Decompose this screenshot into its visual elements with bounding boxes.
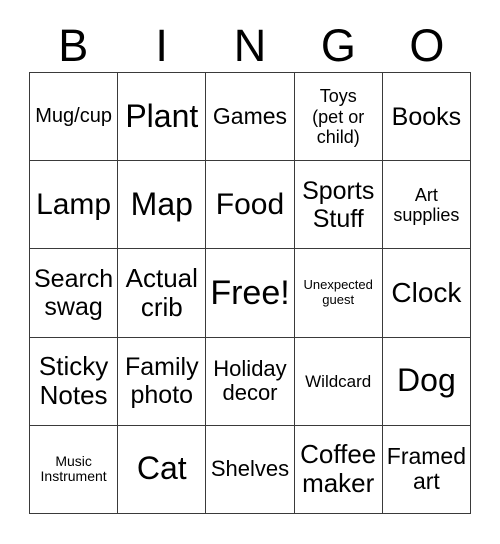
bingo-cell[interactable]: Holiday decor — [206, 337, 295, 426]
bingo-cell[interactable]: Map — [118, 161, 207, 250]
header-letter-n: N — [233, 19, 267, 71]
bingo-cell[interactable]: Coffee maker — [294, 425, 383, 514]
bingo-cell-label: Art supplies — [393, 184, 460, 225]
header-letter-i: I — [155, 19, 168, 71]
bingo-cell-label: Coffee maker — [300, 439, 377, 499]
bingo-cell[interactable]: Search swag — [30, 249, 119, 338]
bingo-cell-label: Dog — [397, 362, 456, 399]
header-letter-g: G — [320, 19, 356, 71]
bingo-cell-label: Shelves — [210, 456, 290, 482]
bingo-cell-label: Wildcard — [305, 371, 372, 391]
bingo-cell[interactable]: Art supplies — [382, 161, 471, 250]
header-letter-b: B — [58, 19, 89, 71]
bingo-cell[interactable]: Games — [206, 73, 295, 162]
bingo-header: B I N G O — [29, 18, 471, 72]
bingo-cell[interactable]: Wildcard — [294, 337, 383, 426]
bingo-cell[interactable]: Sticky Notes — [30, 337, 119, 426]
bingo-cell-label: Sports Stuff — [302, 176, 375, 233]
bingo-cell[interactable]: Books — [382, 73, 471, 162]
bingo-card: B I N G O Mug/cup Plant Games Toys (pet or … — [0, 0, 500, 544]
bingo-cell-label: Search swag — [33, 264, 114, 321]
bingo-cell[interactable]: Framed art — [382, 425, 471, 514]
bingo-cell-label: Plant — [125, 97, 199, 134]
bingo-cell-label: Unexpected guest — [303, 277, 373, 307]
bingo-cell-label: Mug/cup — [35, 105, 112, 128]
bingo-cell-label: Music Instrument — [40, 452, 107, 485]
header-letter-o: O — [409, 19, 445, 71]
bingo-cell-label: Map — [130, 185, 193, 222]
bingo-cell-label: Holiday decor — [213, 355, 287, 406]
bingo-grid: Mug/cup Plant Games Toys (pet or child) Book… — [29, 72, 471, 514]
bingo-cell-label: Framed art — [386, 442, 467, 495]
bingo-cell-label: Free! — [210, 273, 290, 312]
bingo-cell[interactable]: Dog — [382, 337, 471, 426]
bingo-cell-label: Actual crib — [125, 262, 198, 322]
bingo-cell-label: Family photo — [124, 353, 199, 410]
bingo-cell[interactable]: Mug/cup — [30, 73, 119, 162]
bingo-cell-label: Food — [215, 187, 285, 221]
bingo-cell[interactable]: Cat — [118, 425, 207, 514]
bingo-cell[interactable]: Actual crib — [118, 249, 207, 338]
bingo-cell-label: Cat — [136, 450, 187, 487]
bingo-cell[interactable]: Free! — [206, 249, 295, 338]
bingo-cell[interactable]: Family photo — [118, 337, 207, 426]
bingo-cell-label: Lamp — [36, 187, 112, 221]
bingo-cell[interactable]: Unexpected guest — [294, 249, 383, 338]
bingo-cell[interactable]: Toys (pet or child) — [294, 73, 383, 162]
bingo-cell[interactable]: Food — [206, 161, 295, 250]
bingo-cell-label: Clock — [391, 277, 462, 309]
bingo-cell[interactable]: Lamp — [30, 161, 119, 250]
bingo-cell-label: Toys (pet or child) — [312, 86, 365, 147]
bingo-cell[interactable]: Sports Stuff — [294, 161, 383, 250]
bingo-cell-label: Books — [391, 102, 462, 131]
bingo-cell[interactable]: Plant — [118, 73, 207, 162]
bingo-cell-label: Games — [212, 102, 288, 129]
bingo-cell-label: Sticky Notes — [38, 351, 109, 411]
bingo-cell[interactable]: Clock — [382, 249, 471, 338]
bingo-cell[interactable]: Shelves — [206, 425, 295, 514]
bingo-cell[interactable]: Music Instrument — [30, 425, 119, 514]
